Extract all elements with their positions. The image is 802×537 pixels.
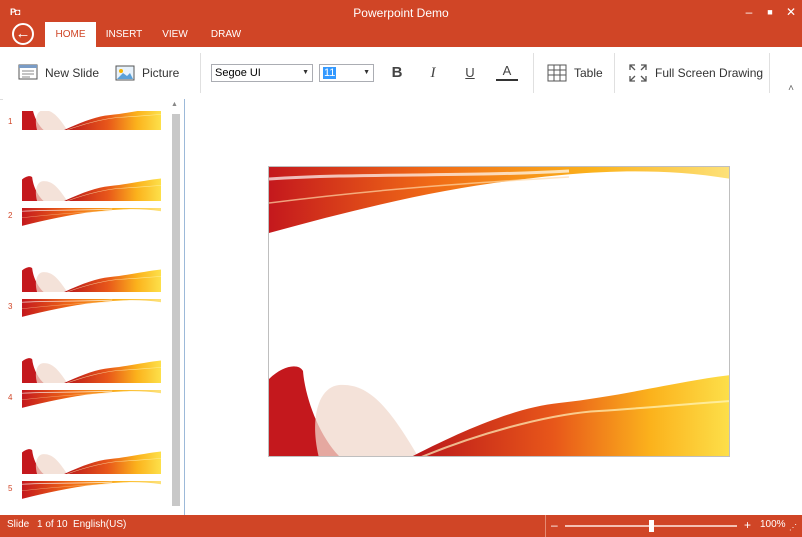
zoom-out-button[interactable]: – [551, 518, 558, 532]
slide-background-waves [269, 167, 729, 456]
slide-number: 4 [8, 393, 13, 402]
ribbon-separator [200, 53, 201, 93]
status-bar: Slide 1 of 10 English(US) – + 100% ⋰ [0, 515, 802, 537]
slide-thumbnail-3[interactable] [22, 240, 161, 321]
picture-button[interactable]: Picture [115, 63, 179, 83]
language-indicator: English(US) [73, 519, 127, 530]
new-slide-icon [18, 64, 38, 80]
slide-thumbnail-image [22, 175, 161, 227]
zoom-in-button[interactable]: + [744, 518, 751, 532]
slide-number: 3 [8, 302, 13, 311]
slide-number: 5 [8, 484, 13, 493]
maximize-button[interactable]: ■ [759, 3, 781, 21]
table-button[interactable]: Table [547, 63, 603, 83]
window-title: Powerpoint Demo [353, 6, 449, 20]
slide-thumbnail-2[interactable] [22, 149, 161, 230]
tab-draw[interactable]: DRAW [205, 22, 247, 47]
ribbon-home: New Slide Picture Segoe UI ▼ 11 ▼ B I U … [0, 47, 802, 100]
ribbon-tabs: ← HOME INSERT VIEW DRAW [0, 22, 802, 47]
slide-label: Slide [7, 519, 30, 530]
close-button[interactable]: ✕ [780, 3, 802, 21]
zoom-level: 100% [760, 519, 786, 530]
full-screen-drawing-button[interactable]: Full Screen Drawing [628, 63, 763, 83]
slide-thumbnail-image [22, 266, 161, 318]
new-slide-label: New Slide [45, 66, 100, 80]
slide-thumbnail-5[interactable] [22, 422, 161, 503]
zoom-slider-thumb[interactable] [648, 520, 654, 532]
picture-icon [115, 65, 135, 81]
collapse-ribbon-icon[interactable]: ˄ [788, 83, 794, 94]
slide-thumbnail-image [22, 357, 161, 409]
italic-button[interactable]: I [422, 63, 444, 83]
thumbnail-scrollbar[interactable]: ▲ [171, 101, 180, 510]
font-size-value: 11 [323, 67, 337, 79]
new-slide-button[interactable]: New Slide [18, 63, 99, 83]
ribbon-separator [533, 53, 534, 93]
table-label: Table [574, 66, 603, 80]
bold-button[interactable]: B [386, 63, 408, 83]
current-slide[interactable] [268, 166, 730, 457]
fullscreen-icon [629, 64, 647, 82]
table-icon [547, 64, 567, 82]
ribbon-separator [614, 53, 615, 93]
font-color-button[interactable]: A [496, 63, 518, 81]
slide-thumbnail-1[interactable] [22, 111, 161, 130]
slide-number: 2 [8, 211, 13, 220]
resize-grip-icon[interactable]: ⋰ [789, 523, 797, 532]
slide-thumbnail-image [22, 448, 161, 500]
font-family-value: Segoe UI [215, 67, 261, 79]
back-arrow-icon[interactable]: ← [12, 23, 34, 45]
full-screen-drawing-label: Full Screen Drawing [655, 66, 764, 80]
slide-thumbnail-4[interactable] [22, 331, 161, 412]
chevron-down-icon: ▼ [363, 69, 370, 76]
slide-number: 1 [8, 117, 13, 126]
tab-view[interactable]: VIEW [155, 22, 195, 47]
chevron-down-icon: ▼ [302, 69, 309, 76]
slide-thumbnail-image [22, 111, 161, 130]
font-family-select[interactable]: Segoe UI ▼ [211, 64, 313, 82]
minimize-button[interactable]: – [738, 3, 760, 21]
font-size-select[interactable]: 11 ▼ [319, 64, 374, 82]
tab-home[interactable]: HOME [45, 22, 96, 47]
scrollbar-thumb[interactable] [172, 114, 180, 506]
status-separator [545, 515, 546, 537]
picture-label: Picture [142, 66, 180, 80]
slide-position: 1 of 10 [37, 519, 68, 530]
ribbon-separator [769, 53, 770, 93]
tab-insert[interactable]: INSERT [103, 22, 145, 47]
scroll-up-arrow-icon[interactable]: ▲ [171, 101, 178, 108]
underline-button[interactable]: U [459, 63, 481, 83]
